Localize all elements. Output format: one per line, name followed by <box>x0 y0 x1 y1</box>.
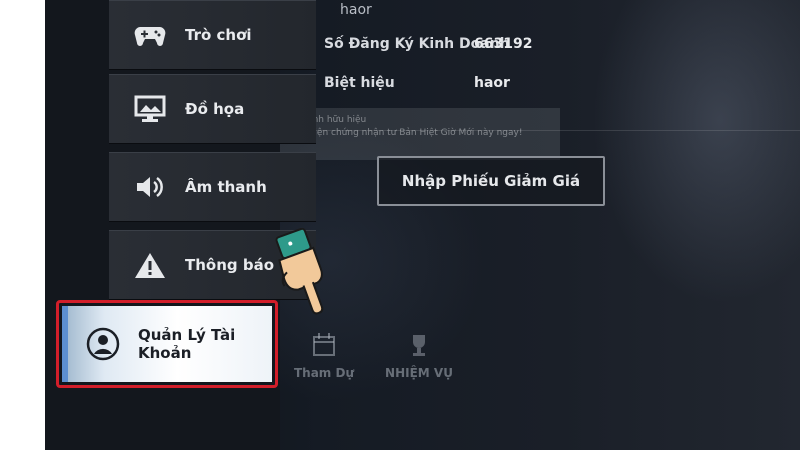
gamepad-icon <box>133 18 167 52</box>
highlight-annotation-box <box>56 300 278 388</box>
left-margin <box>0 0 45 450</box>
tooltip-line-1: Chỉ danh hữu hiệu <box>284 115 367 125</box>
speaker-icon <box>133 170 167 204</box>
profile-name-top: haor <box>340 2 372 18</box>
pointing-hand-icon <box>255 227 345 318</box>
enter-coupon-button[interactable]: Nhập Phiếu Giảm Giá <box>377 156 605 206</box>
tooltip-line-2: Thực hiện chứng nhận tư Bản Hiệt Giờ Mới… <box>284 128 523 138</box>
tab-attend-label: Tham Dự <box>293 366 354 380</box>
nickname-label: Biệt hiệu <box>324 75 395 91</box>
calendar-icon <box>309 330 339 360</box>
tab-missions[interactable]: NHIỆM VỤ <box>379 330 459 380</box>
sidebar-item-game[interactable]: Trò chơi <box>109 0 316 70</box>
sidebar-item-label: Đồ họa <box>185 100 245 118</box>
tab-attend[interactable]: Tham Dự <box>284 330 364 380</box>
tab-missions-label: NHIỆM VỤ <box>385 366 453 380</box>
sidebar-item-label: Trò chơi <box>185 26 252 44</box>
business-reg-value: 663192 <box>474 36 533 52</box>
trophy-icon <box>404 330 434 360</box>
sidebar-item-sound[interactable]: Âm thanh <box>109 152 316 222</box>
warning-icon <box>133 248 167 282</box>
nickname-value: haor <box>474 75 510 91</box>
monitor-icon <box>133 92 167 126</box>
section-divider <box>280 130 800 131</box>
sidebar-item-graphics[interactable]: Đồ họa <box>109 74 316 144</box>
sidebar-item-label: Âm thanh <box>185 178 267 196</box>
verification-tooltip: Chỉ danh hữu hiệu Thực hiện chứng nhận t… <box>280 108 560 160</box>
